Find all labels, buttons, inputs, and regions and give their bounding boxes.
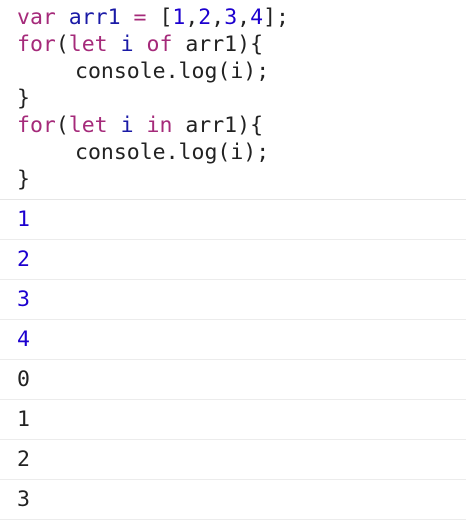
console-output-row: 2 [0, 440, 466, 480]
number-literal: 1 [172, 5, 186, 30]
keyword-in: in [146, 113, 173, 138]
number-literal: 2 [198, 5, 212, 30]
paren-open: ( [55, 113, 69, 138]
bracket-open: [ [159, 5, 173, 30]
console-input-echo: var arr1 = [1,2,3,4]; for(let i of arr1)… [0, 0, 466, 200]
code-line-1: var arr1 = [1,2,3,4]; [17, 4, 466, 31]
comma: , [211, 5, 225, 30]
keyword-of: of [146, 32, 173, 57]
identifier-arr1: arr1 [68, 5, 121, 30]
code-line-4: } [17, 86, 30, 111]
console-output-row: 3 [0, 280, 466, 320]
identifier-arr1: arr1 [185, 113, 238, 138]
paren-close: ){ [237, 113, 264, 138]
console-output-row: 3 [0, 480, 466, 520]
code-line-5: for(let i in arr1){ [17, 112, 466, 139]
comma: , [185, 5, 199, 30]
devtools-console: var arr1 = [1,2,3,4]; for(let i of arr1)… [0, 0, 466, 522]
identifier-i: i [120, 32, 134, 57]
code-line-2: for(let i of arr1){ [17, 31, 466, 58]
identifier-arr1: arr1 [185, 32, 238, 57]
comma: , [237, 5, 251, 30]
console-output-row: 1 [0, 200, 466, 240]
code-line-3: console.log(i); [75, 59, 270, 84]
keyword-let: let [68, 113, 108, 138]
paren-close: ){ [237, 32, 264, 57]
code-line-6: console.log(i); [75, 140, 270, 165]
keyword-let: let [68, 32, 108, 57]
keyword-for: for [17, 32, 56, 57]
number-literal: 4 [250, 5, 264, 30]
number-literal: 3 [224, 5, 238, 30]
console-output-row: 4 [0, 320, 466, 360]
bracket-close: ]; [263, 5, 289, 30]
console-output-row: 2 [0, 240, 466, 280]
identifier-i: i [120, 113, 134, 138]
keyword-for: for [17, 113, 56, 138]
console-output-row: 0 [0, 360, 466, 400]
keyword-var: var [17, 5, 56, 30]
console-output-row: 1 [0, 400, 466, 440]
code-line-7: } [17, 167, 30, 192]
paren-open: ( [55, 32, 69, 57]
operator-equals: = [133, 5, 147, 30]
